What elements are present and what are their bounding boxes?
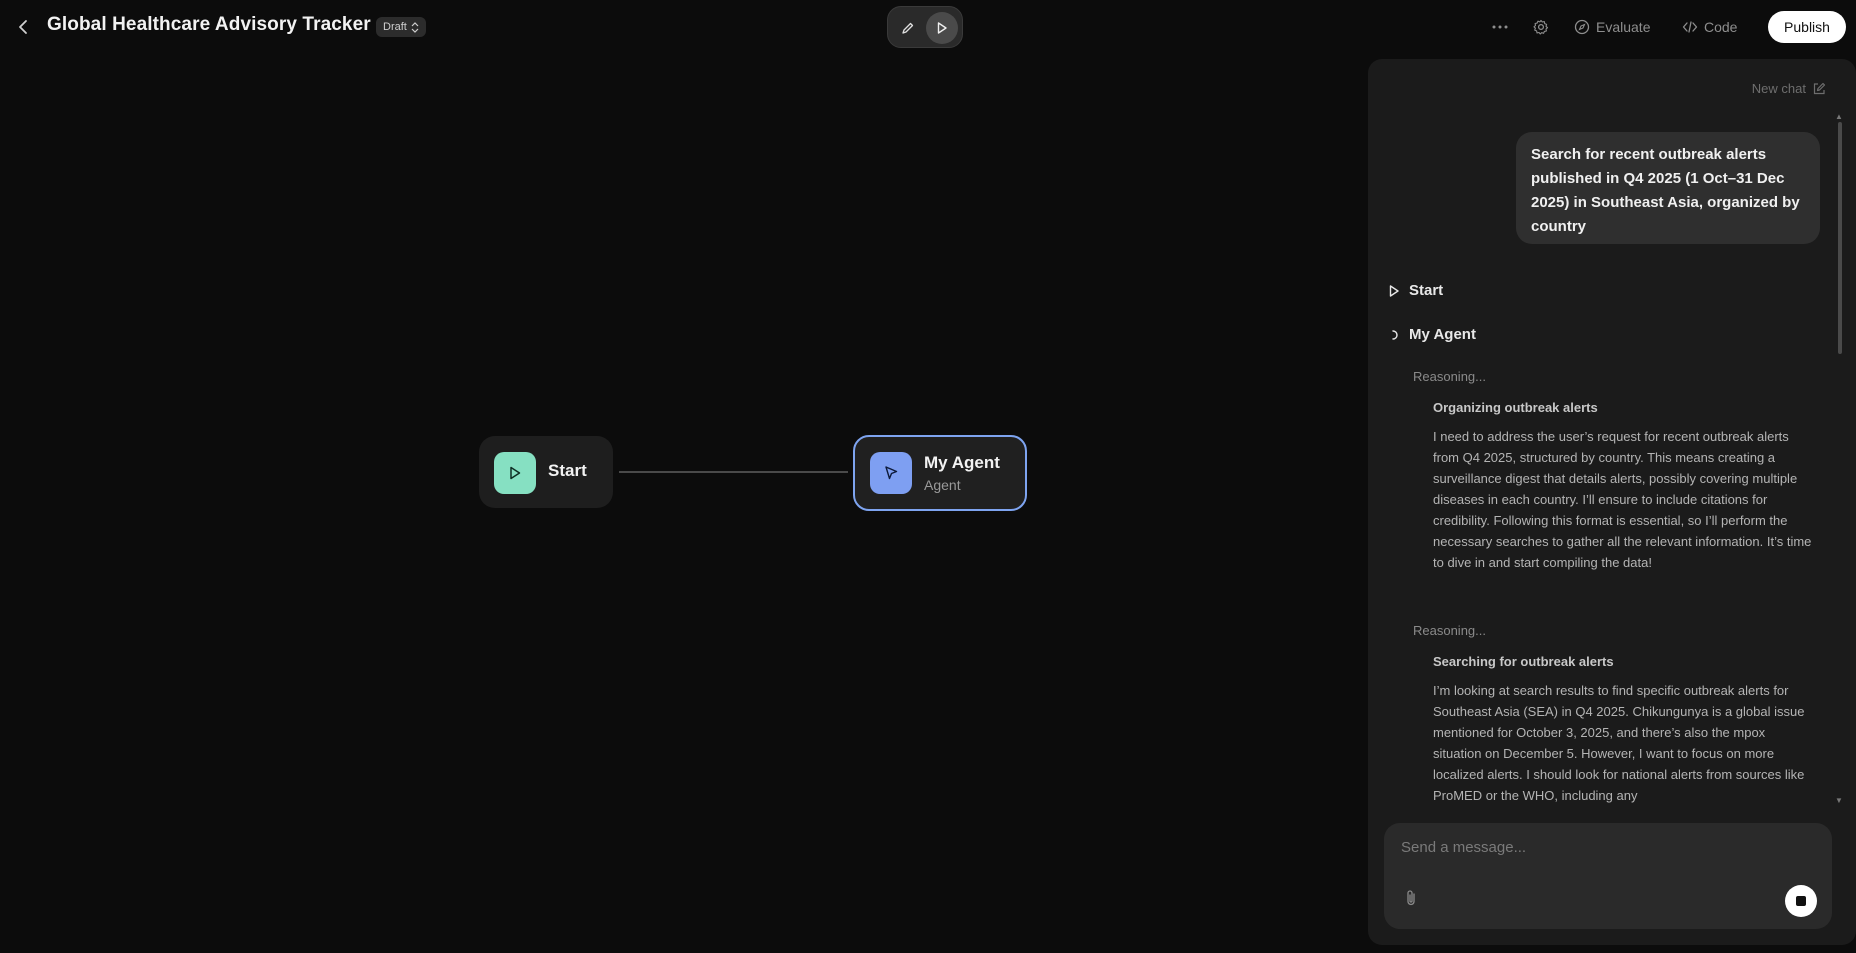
more-options-button[interactable] [1491, 16, 1509, 38]
reasoning-title: Organizing outbreak alerts [1433, 400, 1598, 415]
scroll-down-icon[interactable]: ▼ [1835, 796, 1843, 805]
reasoning-label[interactable]: Reasoning... [1413, 369, 1486, 384]
code-label: Code [1704, 19, 1738, 35]
agent-node-type: Agent [924, 477, 961, 493]
compass-icon [1574, 19, 1590, 35]
loading-spinner-icon [1392, 329, 1398, 340]
attach-button[interactable] [1404, 889, 1422, 909]
code-icon [1682, 21, 1698, 33]
page-title: Global Healthcare Advisory Tracker [47, 14, 371, 35]
publish-button[interactable]: Publish [1768, 11, 1846, 43]
run-mode-button[interactable] [926, 12, 958, 44]
new-chat-button[interactable]: New chat [1752, 81, 1826, 96]
workflow-canvas[interactable] [0, 54, 1368, 953]
trace-step-agent[interactable]: My Agent [1388, 326, 1476, 343]
settings-button[interactable] [1531, 16, 1551, 38]
agent-node-icon [870, 452, 912, 494]
play-icon [1389, 284, 1399, 297]
scroll-thumb[interactable] [1838, 122, 1842, 354]
evaluate-button[interactable]: Evaluate [1574, 16, 1650, 38]
edit-square-icon [1813, 82, 1826, 94]
agent-node[interactable]: My Agent Agent [853, 435, 1027, 511]
stop-button[interactable] [1785, 885, 1817, 917]
play-icon [937, 22, 947, 34]
connection-edge [619, 471, 848, 473]
evaluate-label: Evaluate [1596, 19, 1651, 35]
trace-step-start[interactable]: Start [1388, 282, 1443, 299]
top-bar: Global Healthcare Advisory Tracker Draft… [0, 0, 1856, 54]
gear-icon [1533, 19, 1549, 35]
start-node-title: Start [548, 461, 587, 480]
agent-node-title: My Agent [924, 453, 1000, 472]
reasoning-body: I’m looking at search results to find sp… [1433, 683, 1805, 803]
reasoning-label[interactable]: Reasoning... [1413, 623, 1486, 638]
message-composer [1384, 823, 1832, 929]
edit-mode-button[interactable] [892, 12, 924, 44]
play-icon [510, 466, 521, 480]
status-label: Draft [383, 21, 407, 33]
pencil-icon [902, 22, 914, 34]
status-badge[interactable]: Draft [376, 17, 426, 37]
chevron-updown-icon [411, 21, 419, 33]
back-arrow-icon[interactable] [14, 16, 34, 38]
paperclip-icon [1407, 890, 1415, 906]
cursor-arrow-icon [885, 466, 898, 480]
code-button[interactable]: Code [1682, 16, 1737, 38]
start-node[interactable]: Start [479, 436, 613, 508]
trace-step-label: My Agent [1409, 326, 1476, 343]
chat-scrollbar[interactable] [1838, 118, 1842, 808]
stop-icon [1796, 896, 1806, 906]
more-horizontal-icon [1492, 25, 1508, 29]
mode-toggle [887, 6, 963, 48]
new-chat-label: New chat [1751, 81, 1806, 96]
message-input[interactable] [1401, 835, 1811, 859]
reasoning-body: I need to address the user’s request for… [1433, 429, 1812, 570]
start-node-icon [494, 452, 536, 494]
trace-step-label: Start [1409, 282, 1444, 299]
user-message: Search for recent outbreak alerts publis… [1516, 132, 1820, 244]
reasoning-title: Searching for outbreak alerts [1433, 654, 1614, 669]
